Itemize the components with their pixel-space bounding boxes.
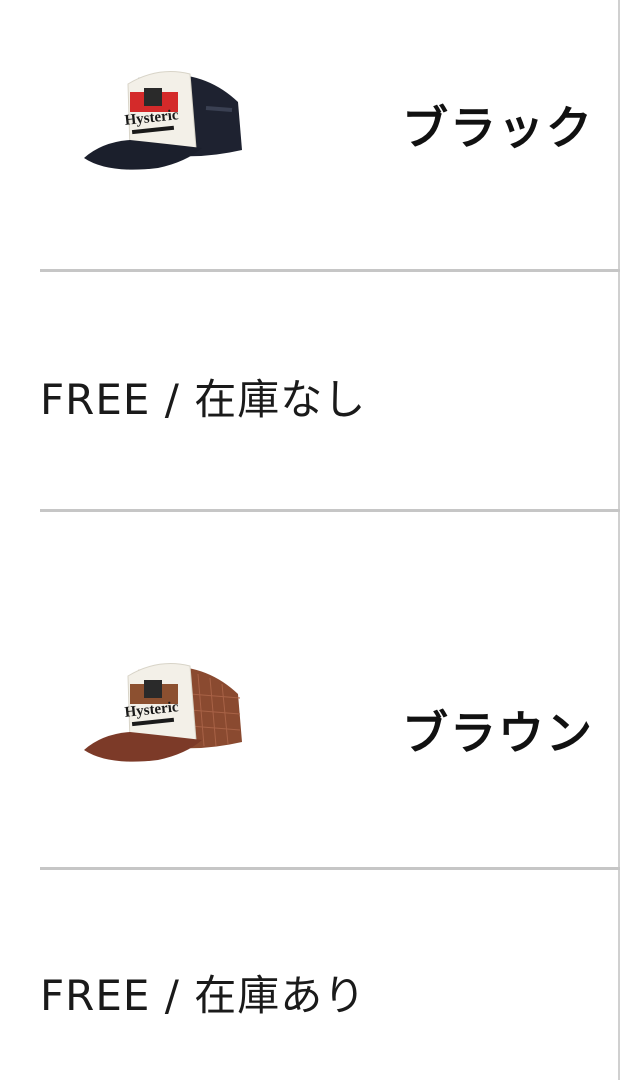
size-stock-label: FREE / 在庫なし [40, 375, 367, 424]
divider [40, 269, 620, 272]
color-name-label: ブラウン [402, 706, 594, 760]
color-option-black[interactable]: Hysteric ブラック [0, 0, 618, 270]
trucker-cap-black-icon: Hysteric [84, 71, 242, 170]
color-name-label: ブラック [402, 101, 594, 155]
trucker-cap-brown-icon: Hysteric [84, 663, 242, 762]
color-option-brown[interactable]: Hysteric ブラウン [0, 512, 618, 869]
size-stock-label: FREE / 在庫あり [40, 971, 367, 1020]
divider [40, 867, 620, 870]
